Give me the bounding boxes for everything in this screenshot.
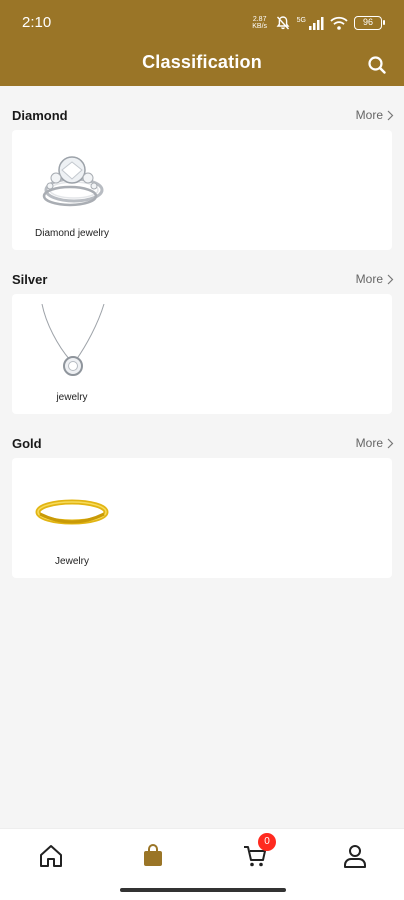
cart-button[interactable]: 0 bbox=[242, 833, 276, 869]
signal-icon bbox=[309, 17, 324, 30]
section-header-gold: Gold More bbox=[0, 414, 404, 458]
gold-bracelet-image bbox=[35, 499, 109, 525]
diamond-ring-image bbox=[42, 156, 104, 207]
status-bar: 2:10 2.87 KB/s 5G 96 bbox=[0, 0, 404, 44]
chevron-right-icon bbox=[387, 274, 394, 284]
section-card-silver: jewelry bbox=[12, 294, 392, 414]
category-item-label: jewelry bbox=[56, 392, 88, 403]
category-item-gold-jewelry[interactable]: Jewelry bbox=[22, 468, 122, 572]
section-title: Silver bbox=[12, 272, 48, 287]
page-title: Classification bbox=[142, 52, 262, 72]
net-speed: 2.87 KB/s bbox=[252, 16, 268, 30]
category-item-silver-jewelry[interactable]: jewelry bbox=[22, 304, 122, 408]
user-icon[interactable] bbox=[342, 843, 368, 869]
section-header-diamond: Diamond More bbox=[0, 86, 404, 130]
section-title: Diamond bbox=[12, 108, 68, 123]
more-link-diamond[interactable]: More bbox=[356, 108, 394, 122]
app-header: Classification bbox=[0, 44, 404, 86]
category-item-diamond-jewelry[interactable]: Diamond jewelry bbox=[22, 140, 122, 244]
section-title: Gold bbox=[12, 436, 42, 451]
section-header-silver: Silver More bbox=[0, 250, 404, 294]
category-item-label: Diamond jewelry bbox=[35, 228, 109, 239]
more-link-gold[interactable]: More bbox=[356, 436, 394, 450]
search-icon[interactable] bbox=[366, 54, 388, 76]
battery-indicator: 96 bbox=[354, 16, 385, 30]
bag-icon[interactable] bbox=[140, 843, 166, 869]
status-icons: 2.87 KB/s 5G 96 bbox=[251, 14, 385, 32]
chevron-right-icon bbox=[387, 110, 394, 120]
top-bar: 2:10 2.87 KB/s 5G 96 Classification bbox=[0, 0, 404, 86]
classification-list: Diamond More Diamond jewelry Silver More… bbox=[0, 86, 404, 578]
wifi-icon bbox=[330, 16, 348, 30]
status-time: 2:10 bbox=[22, 14, 52, 31]
home-indicator bbox=[120, 888, 286, 892]
silver-necklace-image bbox=[41, 304, 105, 376]
category-item-label: Jewelry bbox=[55, 556, 89, 567]
home-icon[interactable] bbox=[38, 843, 64, 869]
section-card-diamond: Diamond jewelry bbox=[12, 130, 392, 250]
cart-badge: 0 bbox=[258, 833, 276, 851]
mute-bell-icon bbox=[276, 16, 290, 30]
section-card-gold: Jewelry bbox=[12, 458, 392, 578]
chevron-right-icon bbox=[387, 438, 394, 448]
network-type: 5G bbox=[296, 16, 306, 24]
more-link-silver[interactable]: More bbox=[356, 272, 394, 286]
